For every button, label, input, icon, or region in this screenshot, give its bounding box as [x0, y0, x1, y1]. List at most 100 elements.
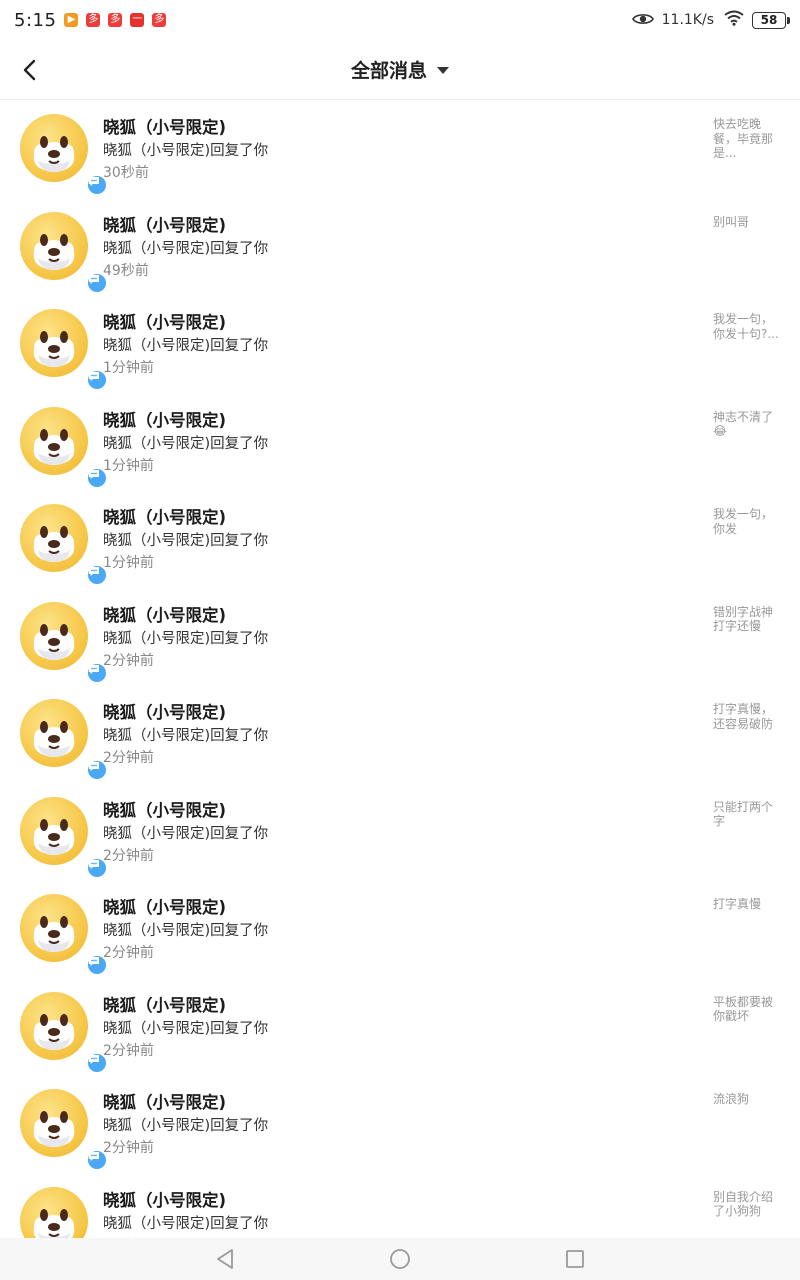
message-filter-dropdown[interactable]: 全部消息 [351, 56, 449, 83]
avatar[interactable] [20, 601, 108, 684]
sender-name: 晓狐（小号限定) [103, 703, 227, 722]
reply-preview: 流浪狗 [713, 1092, 750, 1106]
sender-name: 晓狐（小号限定) [103, 605, 227, 625]
avatar[interactable] [20, 699, 108, 781]
message-item[interactable]: 晓狐（小号限定) 晓狐（小号限定)回复了你 2分钟前 错别字战神打字还慢 [0, 588, 800, 686]
dog-face-icon [33, 818, 75, 855]
sender-name: 晓狐（小号限定) [103, 410, 227, 430]
message-action: 晓狐（小号限定)回复了你 [103, 435, 269, 452]
nav-back-button[interactable] [214, 1248, 236, 1270]
message-list[interactable]: 晓狐（小号限定) 晓狐（小号限定)回复了你 30秒前 快去吃晚餐，毕竟那是... 晓狐（… [0, 100, 800, 1238]
reply-preview: 我发一句，你发十句?... [713, 312, 779, 341]
message-item[interactable]: 晓狐（小号限定) 晓狐（小号限定)回复了你 2分钟前 只能打两个字 [0, 783, 800, 881]
triangle-back-icon [217, 1249, 233, 1269]
message-item[interactable]: 晓狐（小号限定) 晓狐（小号限定)回复了你 1分钟前 我发一句，你发十句?... [0, 295, 800, 393]
message-time: 1分钟前 [103, 555, 154, 571]
message-item[interactable]: 晓狐（小号限定) 晓狐（小号限定)回复了你 1分钟前 神志不清了😂 [0, 393, 800, 491]
nav-home-button[interactable] [389, 1248, 411, 1270]
dog-face-icon [33, 1208, 75, 1238]
reply-preview: 只能打两个字 [713, 799, 774, 829]
status-right: 11.1K/s 58 [631, 10, 790, 30]
message-time: 2分钟前 [103, 945, 154, 961]
message-action: 晓狐（小号限定)回复了你 [103, 338, 269, 354]
dog-face-icon [33, 721, 75, 757]
sender-name: 晓狐（小号限定) [103, 1093, 227, 1112]
message-action: 晓狐（小号限定)回复了你 [103, 1215, 269, 1232]
message-item[interactable]: 晓狐（小号限定) 晓狐（小号限定)回复了你 2分钟前 平板都要被你戳坏 [0, 978, 800, 1076]
avatar[interactable] [20, 211, 108, 294]
avatar[interactable] [20, 309, 108, 391]
message-action: 晓狐（小号限定)回复了你 [103, 1020, 269, 1037]
dog-face-icon [33, 428, 75, 465]
avatar[interactable] [20, 796, 108, 879]
dog-face-icon [33, 1111, 75, 1147]
message-item[interactable]: 晓狐（小号限定) 晓狐（小号限定)回复了你 2分钟前 流浪狗 [0, 1075, 800, 1173]
sender-name: 晓狐（小号限定) [103, 313, 227, 332]
reply-preview: 打字真慢，还容易破防 [713, 702, 774, 731]
dog-face-icon [33, 233, 75, 270]
circle-home-icon [390, 1249, 410, 1269]
dog-face-icon [33, 623, 75, 660]
message-item[interactable]: 晓狐（小号限定)晓狐（小号限定)回复了你2分钟前别自我介绍了小狗狗 [0, 1173, 800, 1238]
avatar[interactable] [20, 1186, 88, 1238]
avatar[interactable] [20, 114, 108, 196]
sender-name: 晓狐（小号限定) [103, 118, 227, 137]
wifi-icon [724, 10, 744, 30]
status-bar: 5:15 ▶ 多多一多 11.1K/s 58 [0, 0, 800, 40]
reply-preview: 我发一句，你发 [713, 507, 774, 536]
sender-name: 晓狐（小号限定) [103, 898, 227, 917]
dog-face-icon [33, 136, 75, 172]
network-speed: 11.1K/s [661, 12, 714, 28]
message-action: 晓狐（小号限定)回复了你 [103, 728, 269, 744]
avatar[interactable] [20, 406, 108, 489]
back-arrow-icon [23, 59, 36, 81]
message-time: 2分钟前 [103, 847, 154, 864]
reply-preview: 快去吃晚餐，毕竟那是... [713, 117, 774, 160]
shop-app-icon: 多 [86, 13, 101, 27]
message-action: 晓狐（小号限定)回复了你 [103, 533, 269, 549]
sender-name: 晓狐（小号限定) [103, 508, 227, 527]
avatar[interactable] [20, 1089, 108, 1171]
reply-preview: 平板都要被你戳坏 [713, 994, 774, 1024]
message-time: 2分钟前 [103, 750, 154, 766]
message-item[interactable]: 晓狐（小号限定) 晓狐（小号限定)回复了你 30秒前 快去吃晚餐，毕竟那是... [0, 100, 800, 198]
message-action: 晓狐（小号限定)回复了你 [103, 143, 269, 159]
message-time: 2分钟前 [103, 1042, 154, 1059]
sender-name: 晓狐（小号限定) [103, 800, 227, 820]
reply-preview: 别自我介绍了小狗狗 [713, 1189, 774, 1219]
dog-face-icon [33, 526, 75, 562]
dog-face-icon [33, 331, 75, 367]
shop-app-icon-3: 多 [152, 13, 167, 27]
reply-preview: 错别字战神打字还慢 [713, 604, 774, 634]
message-action: 晓狐（小号限定)回复了你 [103, 630, 269, 647]
square-recents-icon [566, 1250, 584, 1268]
back-button[interactable] [14, 54, 46, 86]
avatar[interactable] [20, 991, 108, 1074]
message-time: 49秒前 [103, 262, 149, 279]
message-action: 晓狐（小号限定)回复了你 [103, 923, 269, 939]
video-app-icon: ▶ [64, 13, 79, 27]
top-header: 全部消息 [0, 40, 800, 100]
sender-name: 晓狐（小号限定) [103, 215, 227, 235]
reply-preview: 神志不清了😂 [713, 409, 774, 439]
avatar[interactable] [20, 894, 108, 976]
battery-icon: 58 [752, 11, 790, 29]
red-app-icon: 一 [130, 13, 145, 27]
dog-face-icon [33, 916, 75, 952]
message-action: 晓狐（小号限定)回复了你 [103, 240, 269, 257]
message-item[interactable]: 晓狐（小号限定) 晓狐（小号限定)回复了你 2分钟前 打字真慢 [0, 880, 800, 978]
system-nav-bar [0, 1238, 800, 1280]
message-time: 1分钟前 [103, 457, 154, 474]
notification-icons: ▶ 多多一多 [64, 13, 174, 27]
nav-recents-button[interactable] [564, 1248, 586, 1270]
message-time: 30秒前 [103, 165, 149, 181]
message-time: 2分钟前 [103, 1140, 154, 1156]
sender-name: 晓狐（小号限定) [103, 1190, 227, 1210]
avatar[interactable] [20, 504, 108, 586]
shop-app-icon-2: 多 [108, 13, 123, 27]
caret-down-icon [437, 67, 449, 74]
eye-icon [631, 11, 654, 30]
message-item[interactable]: 晓狐（小号限定) 晓狐（小号限定)回复了你 2分钟前 打字真慢，还容易破防 [0, 685, 800, 783]
message-item[interactable]: 晓狐（小号限定) 晓狐（小号限定)回复了你 49秒前 别叫哥 [0, 198, 800, 296]
message-item[interactable]: 晓狐（小号限定) 晓狐（小号限定)回复了你 1分钟前 我发一句，你发 [0, 490, 800, 588]
